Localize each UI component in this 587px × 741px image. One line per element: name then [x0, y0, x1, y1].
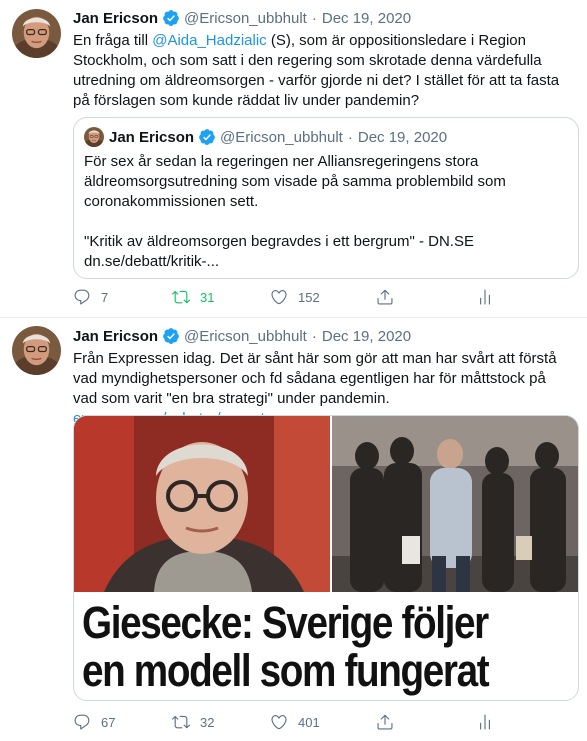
media-card[interactable]: Giesecke: Sverige följer en modell som f… [73, 415, 579, 701]
author-name[interactable]: Jan Ericson [73, 10, 158, 27]
share-button[interactable] [376, 287, 404, 307]
tweet-actions: 7 31 152 [73, 287, 493, 307]
tweet-header: Jan Ericson @Ericson_ubbhult · Dec 19, 2… [73, 8, 411, 28]
separator: · [311, 327, 317, 345]
like-icon [270, 713, 288, 731]
share-button[interactable] [376, 712, 404, 732]
avatar[interactable] [12, 326, 61, 375]
analytics-button[interactable] [476, 287, 504, 307]
avatar [84, 127, 104, 147]
tweet-text-part: En fråga till [73, 32, 153, 49]
quoted-paragraph: För sex år sedan la regeringen ner Allia… [84, 153, 506, 210]
quoted-link-title: "Kritik av äldreomsorgen begravdes i ett… [84, 233, 474, 250]
quoted-tweet-header: Jan Ericson @Ericson_ubbhult · Dec 19, 2… [84, 126, 447, 148]
tweet-actions: 67 32 401 [73, 712, 493, 732]
verified-badge-icon [162, 327, 180, 345]
tweet-date[interactable]: Dec 19, 2020 [322, 328, 411, 345]
reply-button[interactable]: 67 [73, 712, 115, 732]
share-icon [376, 288, 394, 306]
retweet-icon [172, 288, 190, 306]
quoted-link-url: dn.se/debatt/kritik-... [84, 253, 220, 270]
analytics-icon [476, 288, 494, 306]
tweet-text-part: Från Expressen idag. Det är sånt här som… [73, 350, 557, 407]
author-name: Jan Ericson [109, 128, 195, 146]
analytics-button[interactable] [476, 712, 504, 732]
quoted-tweet-text: För sex år sedan la regeringen ner Allia… [84, 152, 570, 272]
retweet-count: 32 [200, 714, 215, 730]
author-handle[interactable]: @Ericson_ubbhult [184, 328, 307, 345]
reply-count: 67 [101, 714, 116, 730]
separator: · [311, 9, 317, 27]
verified-badge-icon [162, 9, 180, 27]
tweet[interactable]: Jan Ericson @Ericson_ubbhult · Dec 19, 2… [0, 318, 587, 741]
author-name[interactable]: Jan Ericson [73, 328, 158, 345]
tweet-header: Jan Ericson @Ericson_ubbhult · Dec 19, 2… [73, 326, 411, 346]
like-count: 152 [298, 289, 320, 305]
verified-badge-icon [198, 128, 216, 146]
avatar[interactable] [12, 9, 61, 58]
media-headline: Giesecke: Sverige följer en modell som f… [82, 599, 510, 695]
quoted-tweet[interactable]: Jan Ericson @Ericson_ubbhult · Dec 19, 2… [73, 117, 579, 279]
mention-link[interactable]: @Aida_Hadzialic [152, 32, 266, 49]
tweet-date[interactable]: Dec 19, 2020 [322, 10, 411, 27]
like-button[interactable]: 401 [270, 712, 320, 732]
quoted-paragraph: "Kritik av äldreomsorgen begravdes i ett… [84, 232, 570, 272]
analytics-icon [476, 713, 494, 731]
portrait-photo [74, 416, 330, 592]
street-photo [332, 416, 578, 592]
separator: · [347, 128, 353, 146]
reply-count: 7 [101, 289, 109, 305]
retweet-count: 31 [200, 289, 215, 305]
share-icon [376, 713, 394, 731]
headline-line: en modell som fungerat [82, 645, 490, 696]
retweet-button[interactable]: 31 [172, 287, 214, 307]
tweet[interactable]: Jan Ericson @Ericson_ubbhult · Dec 19, 2… [0, 0, 587, 318]
tweet-date: Dec 19, 2020 [357, 128, 448, 146]
reply-icon [73, 288, 91, 306]
retweet-button[interactable]: 32 [172, 712, 214, 732]
author-handle: @Ericson_ubbhult [220, 128, 343, 146]
reply-button[interactable]: 7 [73, 287, 108, 307]
like-button[interactable]: 152 [270, 287, 320, 307]
like-count: 401 [298, 714, 320, 730]
like-icon [270, 288, 288, 306]
tweet-text: En fråga till @Aida_Hadzialic (S), som ä… [73, 31, 573, 111]
retweet-icon [172, 713, 190, 731]
headline-line: Giesecke: Sverige följer [82, 597, 489, 648]
author-handle[interactable]: @Ericson_ubbhult [184, 10, 307, 27]
reply-icon [73, 713, 91, 731]
